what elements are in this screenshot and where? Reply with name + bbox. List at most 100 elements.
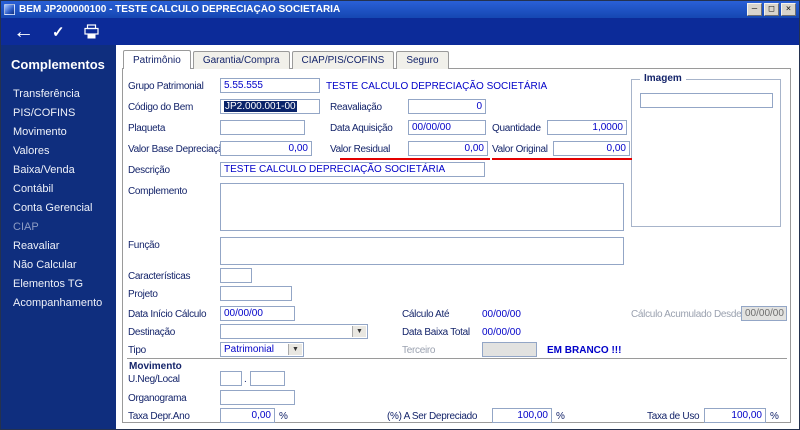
tipo-label: Tipo	[128, 345, 146, 356]
sidebar-item-contabil[interactable]: Contábil	[1, 180, 116, 199]
tab-garantia-compra[interactable]: Garantia/Compra	[192, 51, 290, 69]
destinacao-dropdown[interactable]: ▼	[220, 324, 368, 339]
confirm-button[interactable]: ✓	[52, 23, 65, 41]
sidebar-item-baixa-venda[interactable]: Baixa/Venda	[1, 161, 116, 180]
valor-original-field[interactable]: 0,00	[553, 141, 630, 156]
patrimonio-panel: Grupo Patrimonial 5.55.555 TESTE CALCULO…	[122, 68, 791, 423]
u-neg-local-separator: .	[244, 374, 247, 385]
printer-icon	[83, 23, 99, 38]
valor-residual-underline	[340, 158, 490, 160]
projeto-label: Projeto	[128, 289, 158, 300]
organograma-label: Organograma	[128, 393, 187, 404]
chevron-down-icon: ▼	[352, 326, 366, 337]
titlebar: BEM JP200000100 - TESTE CALCULO DEPRECIA…	[1, 1, 799, 18]
projeto-field[interactable]	[220, 286, 292, 301]
taxa-de-uso-label: Taxa de Uso	[647, 411, 700, 422]
data-inicio-calculo-label: Data Início Cálculo	[128, 309, 207, 320]
tab-strip: Patrimônio Garantia/Compra CIAP/PIS/COFI…	[123, 50, 451, 69]
terceiro-note: EM BRANCO !!!	[547, 345, 622, 356]
calculo-acumulado-desde-label: Cálculo Acumulado Desde	[631, 309, 742, 320]
valor-residual-field[interactable]: 0,00	[408, 141, 488, 156]
movimento-divider	[127, 358, 787, 359]
sidebar-item-ciap[interactable]: CIAP	[1, 218, 116, 237]
minimize-button[interactable]: –	[747, 3, 762, 16]
organograma-field[interactable]	[220, 390, 295, 405]
data-inicio-calculo-field[interactable]: 00/00/00	[220, 306, 295, 321]
quantidade-label: Quantidade	[492, 123, 541, 134]
taxa-de-uso-unit: %	[770, 411, 779, 422]
window-title: BEM JP200000100 - TESTE CALCULO DEPRECIA…	[19, 4, 341, 15]
reavaliacao-label: Reavaliação	[330, 102, 382, 113]
sidebar-item-movimento[interactable]: Movimento	[1, 123, 116, 142]
local-field[interactable]	[250, 371, 285, 386]
calculo-acumulado-desde-field: 00/00/00	[741, 306, 787, 321]
imagem-field[interactable]	[640, 93, 773, 108]
plaqueta-field[interactable]	[220, 120, 305, 135]
tab-patrimonio[interactable]: Patrimônio	[123, 50, 191, 69]
caracteristicas-field[interactable]	[220, 268, 252, 283]
grupo-patrimonial-description: TESTE CALCULO DEPRECIAÇÃO SOCIETÁRIA	[326, 81, 548, 92]
funcao-field[interactable]	[220, 237, 624, 265]
u-neg-field[interactable]	[220, 371, 242, 386]
data-aquisicao-field[interactable]: 00/00/00	[408, 120, 486, 135]
terceiro-label: Terceiro	[402, 345, 436, 356]
sidebar-item-acompanhamento[interactable]: Acompanhamento	[1, 294, 116, 313]
complemento-field[interactable]	[220, 183, 624, 231]
sidebar-item-transferencia[interactable]: Transferência	[1, 85, 116, 104]
codigo-do-bem-field[interactable]: JP2.000.001-00	[220, 99, 320, 114]
sidebar-item-pis-cofins[interactable]: PIS/COFINS	[1, 104, 116, 123]
a-ser-depreciado-unit: %	[556, 411, 565, 422]
movimento-heading: Movimento	[129, 361, 182, 372]
grupo-patrimonial-label: Grupo Patrimonial	[128, 81, 204, 92]
taxa-depr-ano-unit: %	[279, 411, 288, 422]
imagem-groupbox: Imagem	[631, 73, 781, 227]
tipo-dropdown[interactable]: Patrimonial ▼	[220, 342, 304, 357]
toolbar: ← ✓	[1, 18, 799, 45]
descricao-label: Descrição	[128, 165, 170, 176]
calculo-ate-value: 00/00/00	[482, 309, 521, 320]
main-content: Patrimônio Garantia/Compra CIAP/PIS/COFI…	[116, 45, 799, 429]
back-button[interactable]: ←	[13, 20, 34, 43]
data-aquisicao-label: Data Aquisição	[330, 123, 393, 134]
taxa-depr-ano-label: Taxa Depr.Ano	[128, 411, 190, 422]
data-baixa-total-value: 00/00/00	[482, 327, 521, 338]
valor-base-depreciacao-field[interactable]: 0,00	[220, 141, 312, 156]
sidebar-item-conta-gerencial[interactable]: Conta Gerencial	[1, 199, 116, 218]
tipo-value: Patrimonial	[224, 344, 275, 355]
codigo-do-bem-selected-text: JP2.000.001-00	[224, 101, 297, 112]
tab-ciap-pis-cofins[interactable]: CIAP/PIS/COFINS	[291, 51, 395, 69]
a-ser-depreciado-label: (%) A Ser Depreciado	[387, 411, 478, 422]
complemento-label: Complemento	[128, 186, 187, 197]
valor-base-depreciacao-label: Valor Base Depreciação	[128, 144, 229, 155]
maximize-button[interactable]: □	[764, 3, 779, 16]
destinacao-label: Destinação	[128, 327, 176, 338]
valor-original-underline	[492, 158, 632, 160]
data-baixa-total-label: Data Baixa Total	[402, 327, 470, 338]
funcao-label: Função	[128, 240, 160, 251]
reavaliacao-field[interactable]: 0	[408, 99, 486, 114]
app-window: BEM JP200000100 - TESTE CALCULO DEPRECIA…	[0, 0, 800, 430]
valor-residual-label: Valor Residual	[330, 144, 391, 155]
taxa-de-uso-field[interactable]: 100,00	[704, 408, 766, 423]
close-button[interactable]: ×	[781, 3, 796, 16]
calculo-ate-label: Cálculo Até	[402, 309, 450, 320]
app-icon	[4, 4, 15, 15]
chevron-down-icon: ▼	[288, 344, 302, 355]
sidebar: Complementos Transferência PIS/COFINS Mo…	[1, 45, 116, 429]
plaqueta-label: Plaqueta	[128, 123, 166, 134]
quantidade-field[interactable]: 1,0000	[547, 120, 627, 135]
tab-seguro[interactable]: Seguro	[396, 51, 449, 69]
window-controls: – □ ×	[747, 3, 796, 16]
sidebar-item-elementos-tg[interactable]: Elementos TG	[1, 275, 116, 294]
a-ser-depreciado-field[interactable]: 100,00	[492, 408, 552, 423]
taxa-depr-ano-field[interactable]: 0,00	[220, 408, 275, 423]
grupo-patrimonial-field[interactable]: 5.55.555	[220, 78, 320, 93]
sidebar-item-reavaliar[interactable]: Reavaliar	[1, 237, 116, 256]
print-button[interactable]	[83, 23, 100, 40]
sidebar-item-nao-calcular[interactable]: Não Calcular	[1, 256, 116, 275]
valor-original-label: Valor Original	[492, 144, 548, 155]
caracteristicas-label: Características	[128, 271, 191, 282]
descricao-field[interactable]: TESTE CALCULO DEPRECIAÇÃO SOCIETÁRIA	[220, 162, 485, 177]
terceiro-field	[482, 342, 537, 357]
sidebar-item-valores[interactable]: Valores	[1, 142, 116, 161]
